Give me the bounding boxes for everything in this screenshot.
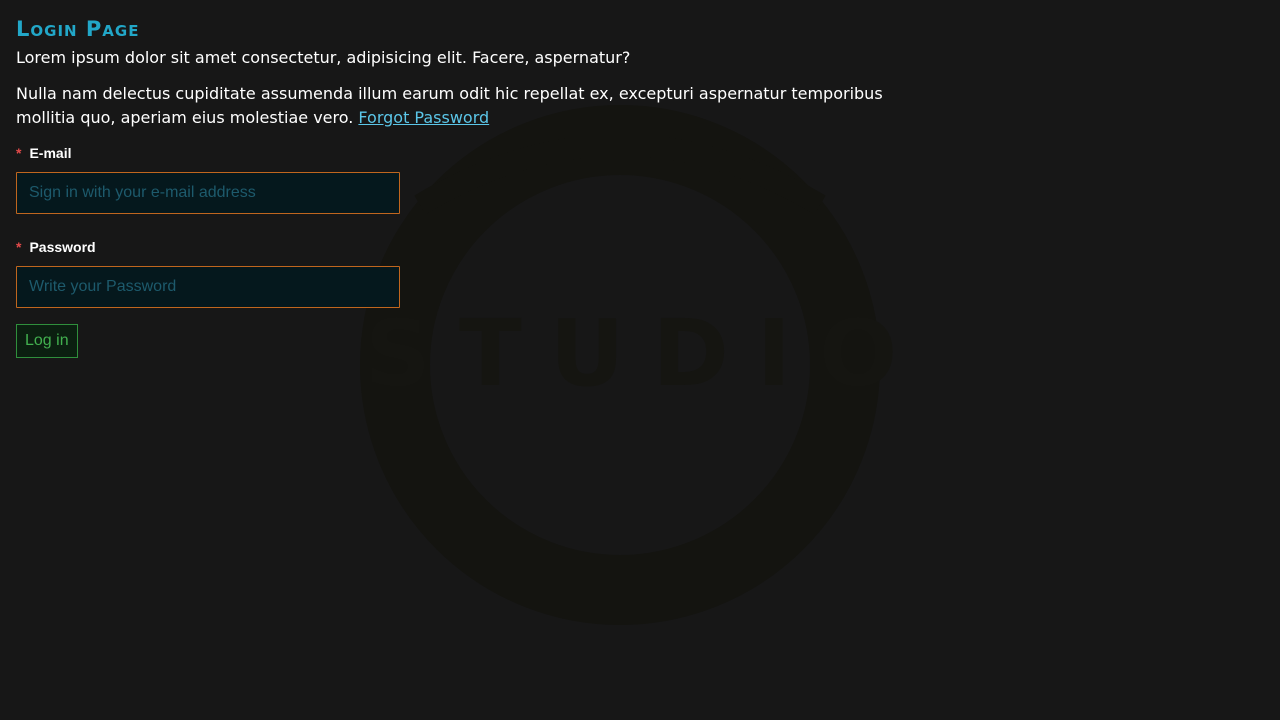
required-marker: * <box>16 145 22 161</box>
password-label-text: Password <box>29 239 96 255</box>
login-page: STUDIO Login Page Lorem ipsum dolor sit … <box>0 0 1280 720</box>
login-button[interactable]: Log in <box>16 324 78 358</box>
login-content: Login Page Lorem ipsum dolor sit amet co… <box>16 14 896 358</box>
intro-text: Lorem ipsum dolor sit amet consectetur, … <box>16 48 631 67</box>
email-label-text: E-mail <box>29 145 72 161</box>
page-title: Login Page <box>16 17 140 41</box>
email-label: * E-mail <box>16 144 896 162</box>
body-text: Nulla nam delectus cupiditate assumenda … <box>16 82 896 130</box>
password-field[interactable] <box>16 266 400 308</box>
password-label: * Password <box>16 238 896 256</box>
email-field[interactable] <box>16 172 400 214</box>
required-marker: * <box>16 239 22 255</box>
forgot-password-link[interactable]: Forgot Password <box>358 108 489 127</box>
